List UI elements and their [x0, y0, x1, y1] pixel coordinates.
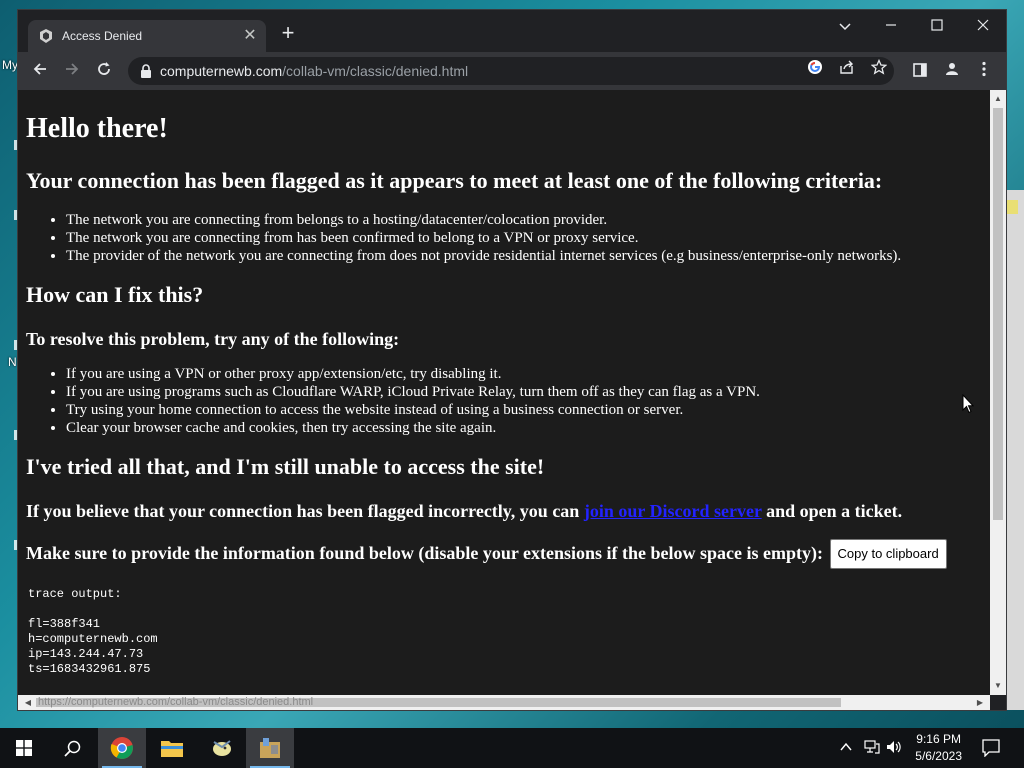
profile-icon [946, 63, 958, 75]
mouse-cursor-icon [962, 394, 974, 414]
clock-date: 5/6/2023 [915, 749, 962, 763]
system-clock[interactable]: 9:16 PM 5/6/2023 [915, 731, 962, 765]
clock-time: 9:16 PM [916, 732, 961, 746]
criteria-list: The network you are connecting from belo… [26, 211, 982, 265]
browser-window: Access Denied ✕ + computernewb.com/colla… [18, 10, 1006, 710]
fixes-list: If you are using a VPN or other proxy ap… [26, 365, 982, 437]
scrollbar-thumb[interactable] [993, 108, 1003, 520]
google-lens-button[interactable] [802, 58, 828, 84]
reload-icon [98, 62, 110, 75]
tried-heading: I've tried all that, and I'm still unabl… [26, 454, 545, 479]
list-item: Clear your browser cache and cookies, th… [66, 419, 982, 437]
tab-close-icon[interactable]: ✕ [238, 24, 262, 48]
share-icon [840, 60, 853, 74]
page-heading: Hello there! [26, 113, 168, 144]
list-item: The network you are connecting from belo… [66, 211, 982, 229]
list-item: If you are using programs such as Cloudf… [66, 383, 982, 401]
taskbar-app-active[interactable] [246, 728, 294, 768]
share-button[interactable] [834, 58, 860, 84]
address-bar[interactable]: computernewb.com/collab-vm/classic/denie… [128, 57, 894, 85]
horizontal-scrollbar[interactable]: ◀ https://computernewb.com/collab-vm/cla… [18, 695, 990, 710]
lock-icon[interactable] [140, 64, 152, 78]
menu-button[interactable] [970, 57, 998, 85]
scroll-down-icon[interactable]: ▼ [990, 679, 1006, 693]
fix-heading: How can I fix this? [26, 282, 204, 307]
new-tab-button[interactable]: + [276, 22, 300, 46]
resolve-heading: To resolve this problem, try any of the … [26, 329, 400, 349]
arrow-left-icon [33, 63, 46, 75]
maximize-button[interactable] [914, 12, 960, 44]
search-icon [64, 740, 81, 757]
provide-text: Make sure to provide the information fou… [26, 539, 982, 569]
installer-icon [260, 738, 280, 758]
scroll-left-icon[interactable]: ◀ [20, 695, 36, 710]
url-path: /collab-vm/classic/denied.html [282, 63, 469, 79]
bird-app-icon [213, 740, 231, 756]
browser-toolbar: computernewb.com/collab-vm/classic/denie… [18, 52, 1006, 90]
tab-title: Access Denied [62, 29, 143, 43]
tab-strip: Access Denied ✕ + [18, 10, 1006, 52]
trace-output: trace output: fl=388f341 h=computernewb.… [28, 587, 158, 676]
notification-icon[interactable] [982, 739, 1000, 757]
bookmark-star-button[interactable] [866, 58, 892, 84]
chrome-icon [110, 737, 133, 759]
close-icon [977, 19, 989, 31]
site-favicon-icon [40, 29, 52, 43]
search-button[interactable] [48, 728, 96, 768]
status-url: https://computernewb.com/collab-vm/class… [38, 696, 314, 708]
provide-text-label: Make sure to provide the information fou… [26, 543, 824, 563]
taskbar-file-explorer[interactable] [148, 728, 196, 768]
tab-access-denied[interactable]: Access Denied ✕ [28, 20, 266, 52]
list-item: Try using your home connection to access… [66, 401, 982, 419]
chevron-up-icon[interactable] [840, 742, 852, 752]
close-window-button[interactable] [960, 12, 1006, 44]
url-host: computernewb.com [160, 63, 283, 79]
tab-search-button[interactable] [822, 12, 868, 44]
list-item: If you are using a VPN or other proxy ap… [66, 365, 982, 383]
minimize-button[interactable] [868, 12, 914, 44]
taskbar-app[interactable] [198, 728, 246, 768]
network-icon[interactable] [864, 740, 880, 754]
reload-button[interactable] [90, 57, 118, 85]
volume-icon[interactable] [886, 740, 902, 754]
start-button[interactable] [0, 728, 48, 768]
copy-to-clipboard-button[interactable]: Copy to clipboard [829, 539, 947, 569]
profile-button[interactable] [938, 57, 966, 85]
maximize-icon [931, 19, 943, 31]
url-text[interactable]: computernewb.com/collab-vm/classic/denie… [160, 63, 468, 79]
page-content: Hello there! Your connection has been fl… [18, 111, 990, 677]
side-panel-button[interactable] [906, 57, 934, 85]
forward-button[interactable] [58, 57, 86, 85]
folder-icon [161, 741, 183, 757]
chevron-down-icon [839, 23, 851, 31]
vertical-scrollbar[interactable]: ▲ ▼ [990, 90, 1006, 695]
back-button[interactable] [26, 57, 54, 85]
list-item: The provider of the network you are conn… [66, 247, 982, 265]
believe-text: If you believe that your connection has … [26, 499, 982, 523]
list-item: The network you are connecting from has … [66, 229, 982, 247]
star-icon [870, 58, 888, 75]
taskbar: 9:16 PM 5/6/2023 [0, 728, 1024, 768]
desktop-label-my: My [2, 58, 18, 72]
page-viewport: Hello there! Your connection has been fl… [18, 90, 990, 695]
believe-text-after: and open a ticket. [761, 501, 903, 521]
google-icon [808, 60, 822, 74]
taskbar-chrome[interactable] [98, 728, 146, 768]
background-window-edge [1006, 190, 1024, 710]
believe-text-before: If you believe that your connection has … [26, 501, 584, 521]
scroll-up-icon[interactable]: ▲ [990, 92, 1006, 106]
arrow-right-icon [66, 63, 79, 75]
discord-link[interactable]: join our Discord server [584, 501, 762, 521]
flag-heading: Your connection has been flagged as it a… [26, 168, 883, 193]
windows-icon [16, 740, 32, 756]
side-panel-icon [913, 63, 927, 77]
minimize-icon [886, 24, 896, 26]
desktop-label-n: N [8, 355, 17, 369]
more-vert-icon [982, 61, 986, 77]
scroll-right-icon[interactable]: ▶ [972, 695, 988, 710]
